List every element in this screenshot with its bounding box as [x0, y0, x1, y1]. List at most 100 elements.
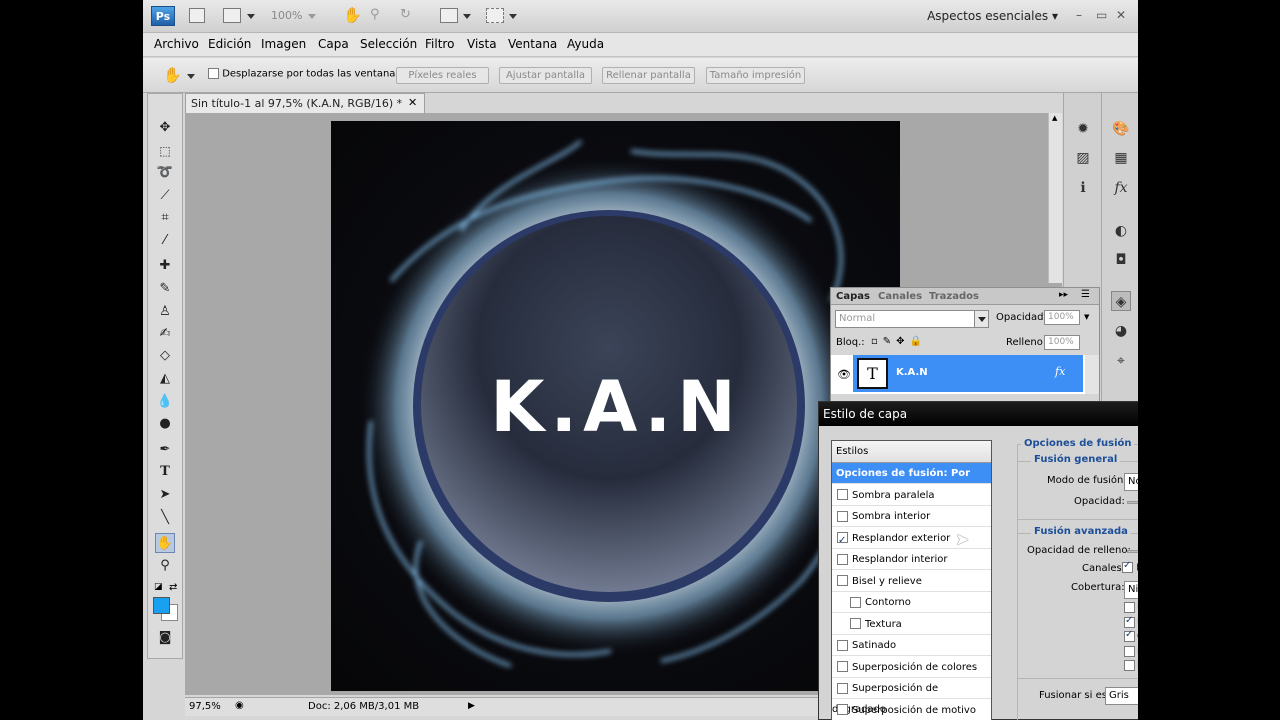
- dialog-title-bar[interactable]: Estilo de capa: [819, 402, 1138, 426]
- menu-edicion[interactable]: Edición: [208, 37, 251, 51]
- style-checkbox[interactable]: [837, 553, 848, 565]
- style-row[interactable]: Superposición de motivo: [832, 700, 991, 720]
- lasso-tool-icon[interactable]: ➰: [155, 163, 175, 183]
- advanced-option-checkbox[interactable]: [1124, 629, 1135, 642]
- arrange-documents-icon[interactable]: [440, 8, 458, 23]
- status-zoom[interactable]: 97,5%: [189, 701, 221, 712]
- fit-screen-button[interactable]: Ajustar pantalla: [499, 67, 592, 84]
- zoom-tool-icon[interactable]: ⚲: [155, 556, 175, 576]
- layers-panel-icon[interactable]: ◈: [1111, 291, 1131, 311]
- advanced-option[interactable]: Máscara vectorial oculta efectos: [1124, 660, 1138, 671]
- layer-opacity-input[interactable]: 100%: [1044, 310, 1080, 325]
- menu-vista[interactable]: Vista: [467, 37, 497, 51]
- hand-tool-icon[interactable]: ✋: [163, 66, 182, 84]
- advanced-option-checkbox[interactable]: [1124, 602, 1135, 613]
- channel-r-option[interactable]: R: [1122, 560, 1138, 574]
- advanced-option[interactable]: Máscara de capa oculta efectos: [1124, 645, 1138, 657]
- style-row[interactable]: Superposición de colores: [832, 657, 991, 678]
- chevron-down-icon[interactable]: [187, 74, 195, 79]
- view-extras-icon[interactable]: [223, 8, 241, 23]
- scroll-all-windows-option[interactable]: Desplazarse por todas las ventanas: [208, 68, 401, 80]
- zoom-tool-icon[interactable]: ⚲: [370, 7, 380, 22]
- healing-brush-tool-icon[interactable]: ✚: [155, 256, 175, 276]
- advanced-option[interactable]: Capa de formas de transparencia: [1124, 629, 1138, 642]
- style-row[interactable]: Textura: [832, 614, 991, 635]
- quick-selection-tool-icon[interactable]: ⟋: [155, 186, 175, 206]
- scroll-all-windows-checkbox[interactable]: [208, 68, 219, 79]
- path-selection-tool-icon[interactable]: ➤: [155, 485, 175, 505]
- style-row[interactable]: Sombra interior: [832, 506, 991, 527]
- screen-mode-icon[interactable]: [486, 8, 504, 23]
- print-size-button[interactable]: Tamaño impresión: [706, 67, 805, 84]
- style-row[interactable]: Resplandor interior: [832, 549, 991, 570]
- chevron-down-icon[interactable]: [247, 14, 255, 19]
- chevron-down-icon[interactable]: [463, 14, 471, 19]
- collapse-panel-icon[interactable]: ▸▸: [1059, 290, 1068, 300]
- blend-if-select[interactable]: Gris: [1105, 687, 1138, 705]
- styles-fx-icon[interactable]: fx: [1111, 178, 1131, 198]
- layer-fill-input[interactable]: 100%: [1044, 335, 1080, 350]
- status-menu-icon[interactable]: ◉: [235, 700, 244, 711]
- hand-tool-icon[interactable]: ✋: [155, 533, 175, 553]
- tab-trazados[interactable]: Trazados: [929, 291, 979, 302]
- channels-icon[interactable]: ◕: [1111, 321, 1131, 341]
- marquee-tool-icon[interactable]: ⬚: [155, 141, 175, 161]
- tab-capas[interactable]: Capas: [836, 291, 870, 302]
- style-checkbox[interactable]: [837, 704, 848, 715]
- restore-icon[interactable]: ▭: [1096, 8, 1107, 22]
- paint-bucket-tool-icon[interactable]: ◭: [155, 369, 175, 389]
- style-checkbox[interactable]: [850, 596, 861, 608]
- layer-name[interactable]: K.A.N: [896, 367, 928, 378]
- menu-capa[interactable]: Capa: [318, 37, 349, 51]
- paths-icon[interactable]: ⌖: [1111, 351, 1131, 371]
- opacity-slider[interactable]: [1127, 501, 1138, 504]
- advanced-option-checkbox[interactable]: [1124, 660, 1135, 671]
- hand-tool-icon[interactable]: ✋: [343, 6, 362, 24]
- bridge-icon[interactable]: [189, 8, 205, 23]
- panel-menu-icon[interactable]: ☰: [1081, 289, 1090, 300]
- canvas-vertical-scrollbar[interactable]: ▲: [1048, 113, 1062, 283]
- styles-header[interactable]: Estilos: [832, 441, 991, 463]
- menu-archivo[interactable]: Archivo: [154, 37, 199, 51]
- actual-pixels-button[interactable]: Píxeles reales: [396, 67, 489, 84]
- advanced-option-checkbox[interactable]: [1124, 615, 1135, 628]
- swatches-icon[interactable]: ▦: [1111, 148, 1131, 168]
- style-row[interactable]: Opciones de fusión: Por defecto: [832, 463, 991, 500]
- blend-mode-select[interactable]: Normal: [1124, 473, 1138, 491]
- scroll-up-icon[interactable]: ▲: [1052, 114, 1057, 122]
- swap-colors-icon[interactable]: ⇄: [169, 582, 177, 593]
- layer-list-scrollbar[interactable]: [1085, 355, 1099, 394]
- clone-stamp-tool-icon[interactable]: ♙: [155, 302, 175, 322]
- quick-mask-icon[interactable]: ◙: [155, 628, 175, 648]
- layer-blend-mode-select[interactable]: Normal: [835, 310, 989, 328]
- style-row[interactable]: Bisel y relieve: [832, 571, 991, 592]
- info-icon[interactable]: ℹ: [1073, 178, 1093, 198]
- default-colors-icon[interactable]: ◪: [154, 582, 163, 592]
- lock-options-icon[interactable]: ▫✎✥🔒: [871, 336, 927, 347]
- style-checkbox[interactable]: [837, 530, 848, 551]
- type-tool-icon[interactable]: T: [155, 462, 175, 482]
- masks-icon[interactable]: ◘: [1111, 250, 1131, 270]
- eyedropper-tool-icon[interactable]: ⁄: [155, 231, 175, 251]
- close-icon[interactable]: ✕: [1116, 8, 1126, 22]
- adjustments-icon[interactable]: ◐: [1111, 221, 1131, 241]
- menu-ayuda[interactable]: Ayuda: [567, 37, 604, 51]
- style-checkbox[interactable]: [837, 489, 848, 500]
- advanced-option[interactable]: Fusionar efectos interiores como g: [1124, 602, 1138, 613]
- navigator-icon[interactable]: ✹: [1073, 119, 1093, 139]
- menu-ventana[interactable]: Ventana: [508, 37, 557, 51]
- layer-row-kan[interactable]: T K.A.N fx: [853, 355, 1083, 392]
- rotate-view-icon[interactable]: ↻: [400, 7, 411, 22]
- crop-tool-icon[interactable]: ⌗: [155, 208, 175, 228]
- zoom-level[interactable]: 100%: [271, 9, 302, 22]
- history-brush-tool-icon[interactable]: ✍: [155, 324, 175, 344]
- style-checkbox[interactable]: [837, 661, 848, 672]
- menu-imagen[interactable]: Imagen: [261, 37, 306, 51]
- color-palette-icon[interactable]: 🎨: [1111, 119, 1131, 139]
- style-checkbox[interactable]: [837, 682, 848, 694]
- style-checkbox[interactable]: [837, 575, 848, 586]
- brush-tool-icon[interactable]: ✎: [155, 279, 175, 299]
- chevron-down-icon[interactable]: [308, 14, 316, 19]
- pen-tool-icon[interactable]: ✒: [155, 440, 175, 460]
- style-row[interactable]: Superposición de degradado: [832, 678, 991, 715]
